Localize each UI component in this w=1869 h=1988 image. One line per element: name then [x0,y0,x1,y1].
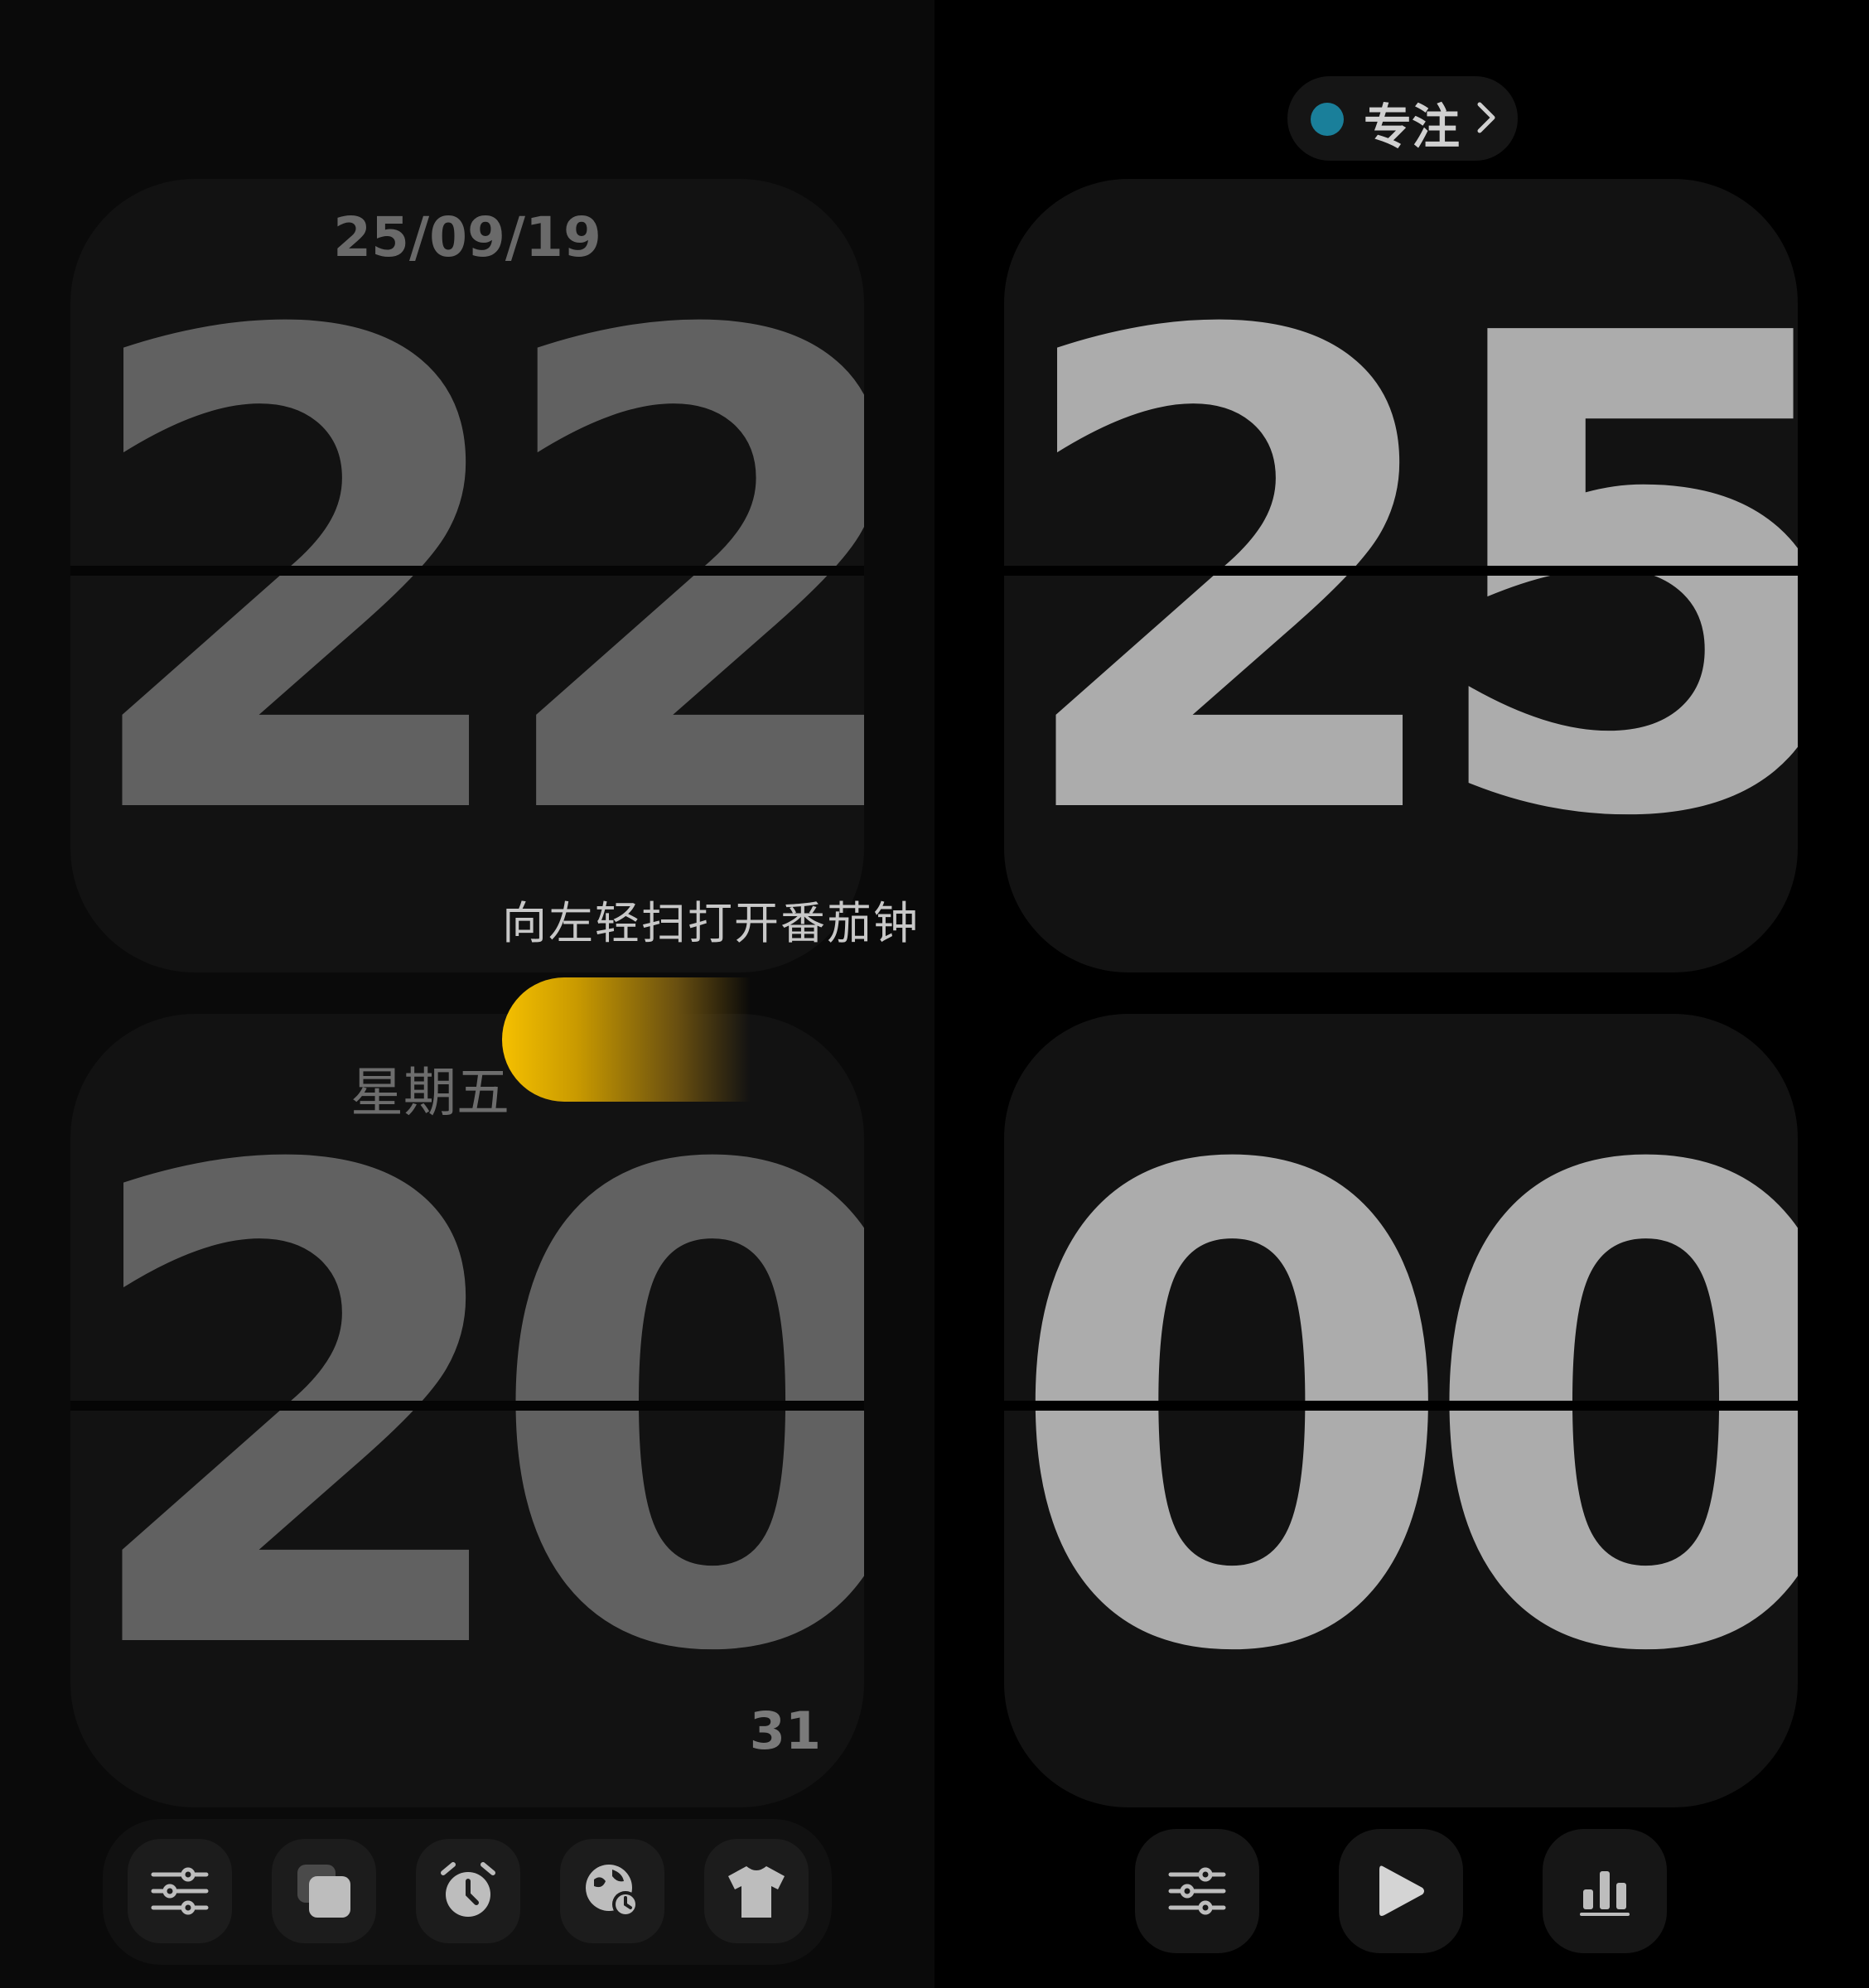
alarm-button[interactable] [416,1839,520,1943]
clock-toolbar [103,1819,832,1965]
world-clock-icon [586,1865,639,1918]
world-clock-button[interactable] [560,1839,664,1943]
flip-divider [70,566,864,576]
flip-divider [70,1401,864,1411]
play-icon [1379,1865,1424,1916]
swipe-hint: 向左轻扫打开番茄钟 [502,897,920,949]
flip-divider [1004,566,1798,576]
focus-selector[interactable]: 专注 [1287,76,1518,161]
focus-minutes-digits: 25 [1004,199,1798,960]
theme-button[interactable] [704,1839,809,1943]
minute-card: 星期五 20 31 [70,1014,864,1807]
sliders-icon [151,1867,209,1915]
alarm-clock-icon [441,1862,495,1917]
flip-divider [1004,1401,1798,1411]
style-button[interactable] [272,1839,376,1943]
seconds-counter: 31 [749,1701,821,1761]
hour-digits: 22 [70,199,864,960]
chevron-right-icon [1477,102,1495,133]
clock-panel: 25/09/19 22 星期五 20 31 向左轻扫打开番茄钟 [0,0,934,1988]
stats-button[interactable] [1543,1829,1667,1953]
settings-button[interactable] [128,1839,232,1943]
sliders-icon [1168,1867,1226,1915]
bar-chart-icon [1580,1871,1630,1916]
focus-settings-button[interactable] [1135,1829,1259,1953]
focus-color-dot [1311,103,1344,136]
focus-minutes-card: 25 [1004,179,1798,972]
focus-label: 专注 [1364,99,1461,155]
focus-seconds-card: 00 [1004,1014,1798,1807]
swipe-indicator[interactable] [502,977,751,1102]
play-button[interactable] [1339,1829,1463,1953]
focus-seconds-digits: 00 [1004,1034,1798,1795]
tshirt-icon [728,1866,785,1918]
hour-card: 25/09/19 22 [70,179,864,972]
layers-icon [297,1865,350,1918]
minute-digits: 20 [70,1034,864,1795]
